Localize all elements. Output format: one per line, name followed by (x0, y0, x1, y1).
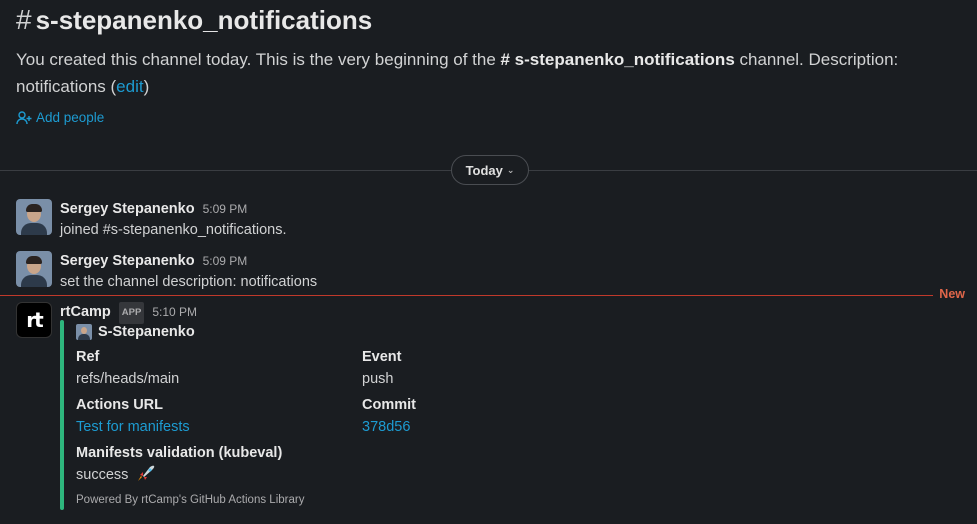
intro-channel-name[interactable]: # s-stepanenko_notifications (501, 50, 735, 69)
message-author[interactable]: Sergey Stepanenko (60, 199, 195, 219)
field-manifests-validation: Manifests validation (kubeval) success (76, 442, 480, 490)
field-value: push (362, 371, 394, 387)
field-commit: Commit 378d56 (362, 394, 492, 442)
message-time[interactable]: 5:09 PM (203, 251, 248, 271)
avatar[interactable] (16, 251, 52, 287)
rocket-icon (138, 465, 155, 481)
message-author[interactable]: Sergey Stepanenko (60, 251, 195, 271)
attachment-footer: Powered By rtCamp's GitHub Actions Libra… (76, 494, 305, 506)
intro-close: ) (143, 77, 150, 96)
field-actions-url: Actions URL Test for manifests (76, 394, 362, 442)
message-text: set the channel description: notificatio… (60, 274, 318, 290)
channel-name: s-stepanenko_notifications (35, 5, 373, 35)
date-divider-button[interactable]: Today ⌄ (451, 155, 529, 185)
message-attachment: S-Stepanenko Ref refs/heads/main Event p… (60, 320, 480, 510)
add-people-button[interactable]: Add people (16, 110, 961, 125)
edit-description-link[interactable]: edit (116, 77, 143, 96)
field-title: Commit (362, 397, 416, 413)
message-item: Sergey Stepanenko 5:09 PM joined #s-step… (16, 199, 287, 241)
message-item: Sergey Stepanenko 5:09 PM set the channe… (16, 251, 317, 293)
channel-header: # s-stepanenko_notifications You created… (16, 4, 961, 125)
avatar[interactable] (16, 199, 52, 235)
add-person-icon (16, 110, 32, 124)
app-avatar[interactable]: rt (16, 302, 52, 338)
field-value: success (76, 467, 129, 483)
field-title: Event (362, 349, 402, 365)
message-time[interactable]: 5:10 PM (152, 302, 197, 322)
field-ref: Ref refs/heads/main (76, 346, 362, 394)
new-messages-divider (0, 295, 933, 296)
message-text: joined #s-stepanenko_notifications. (60, 222, 287, 238)
intro-prefix: You created this channel today. This is … (16, 50, 501, 69)
field-value: refs/heads/main (76, 371, 180, 387)
channel-intro: You created this channel today. This is … (16, 46, 961, 100)
new-messages-label: New (939, 287, 965, 301)
author-avatar (76, 324, 92, 340)
field-title: Actions URL (76, 397, 163, 413)
field-title: Manifests validation (kubeval) (76, 445, 283, 461)
commit-link[interactable]: 378d56 (362, 416, 492, 438)
attachment-color-bar (60, 320, 64, 510)
add-people-label: Add people (36, 110, 105, 125)
hash-icon: # (16, 4, 32, 35)
chevron-down-icon: ⌄ (506, 164, 515, 175)
app-logo: rt (26, 308, 43, 332)
attachment-author: S-Stepanenko (76, 320, 480, 344)
app-author[interactable]: rtCamp (60, 302, 111, 322)
message-time[interactable]: 5:09 PM (203, 199, 248, 219)
field-title: Ref (76, 349, 100, 365)
date-divider-label: Today (465, 162, 503, 178)
field-event: Event push (362, 346, 492, 394)
channel-title: # s-stepanenko_notifications (16, 4, 961, 36)
attachment-author-name: S-Stepanenko (98, 324, 195, 340)
actions-url-link[interactable]: Test for manifests (76, 416, 362, 438)
